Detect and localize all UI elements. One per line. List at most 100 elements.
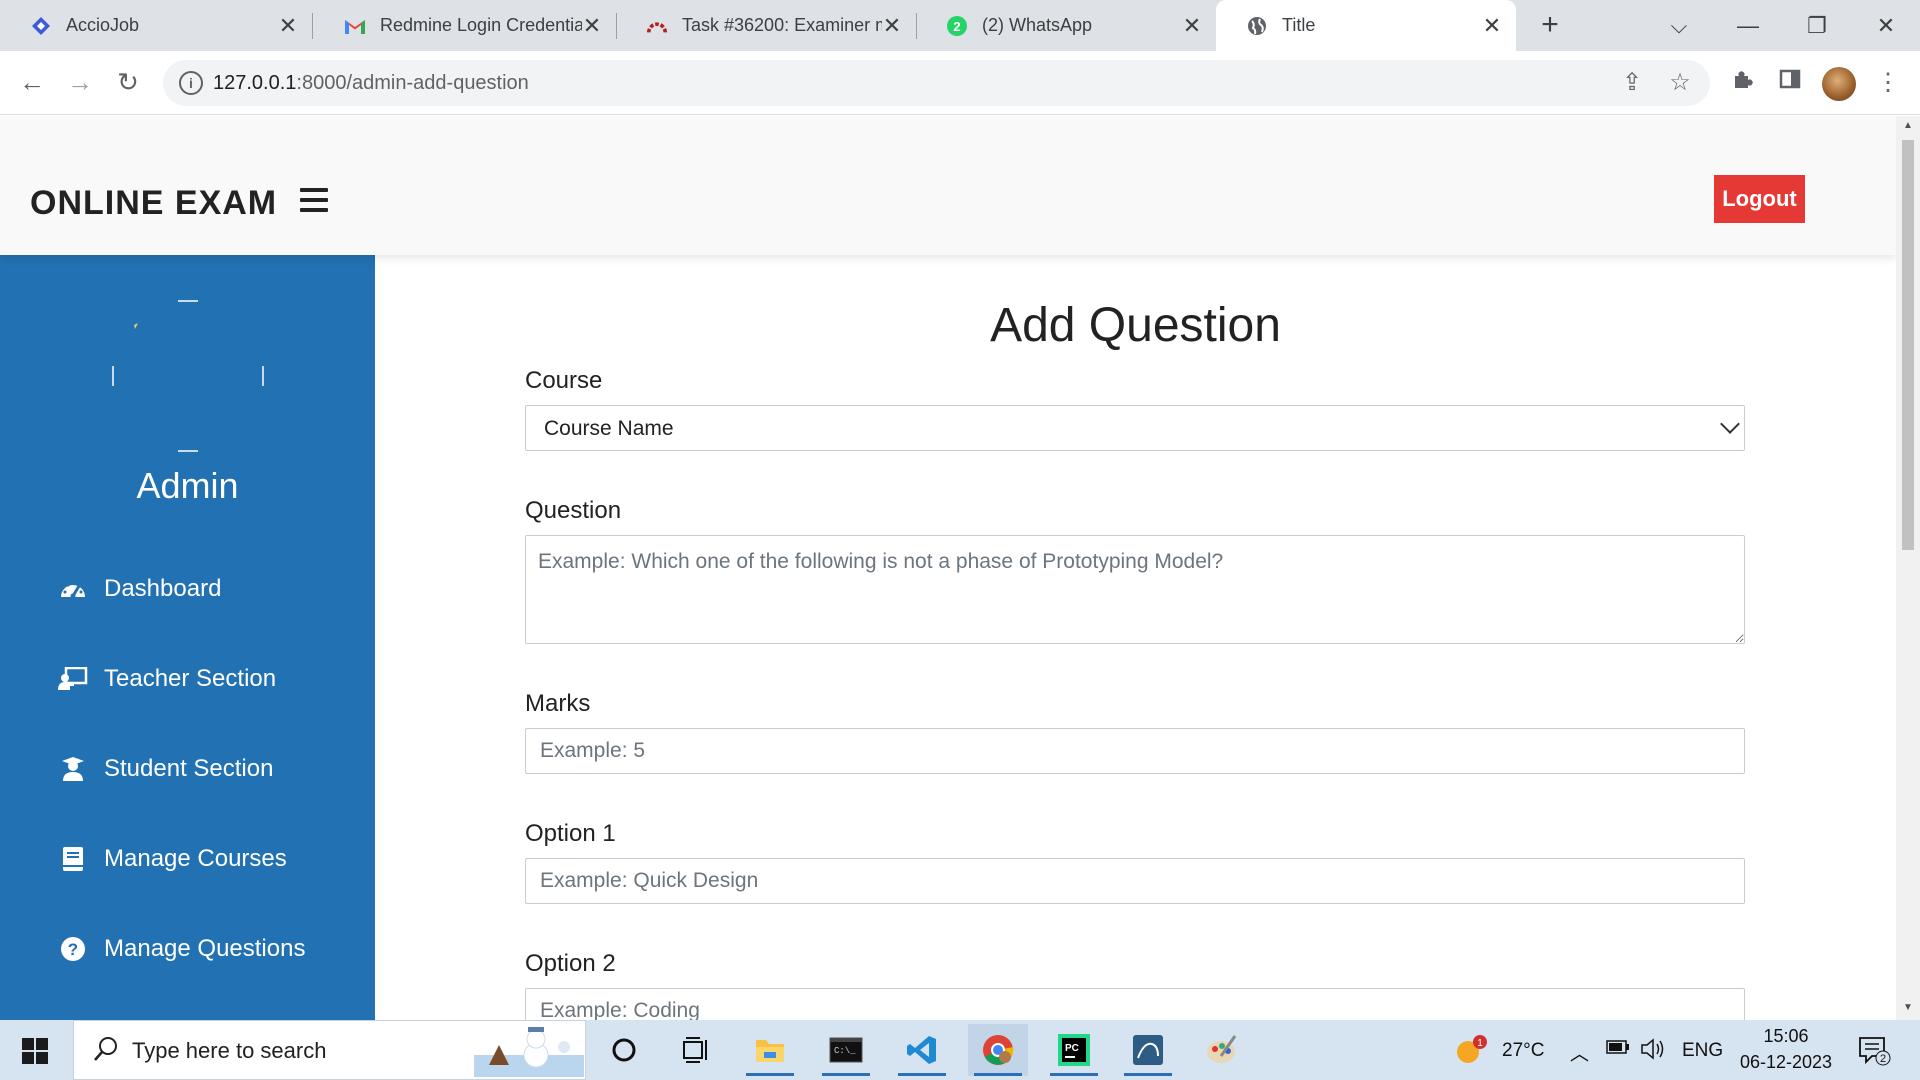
scroll-up-arrow-icon[interactable]: ▲ [1902,120,1914,131]
url-text[interactable]: 127.0.0.1:8000/admin-add-question [213,72,529,95]
back-arrow-icon[interactable]: ← [14,65,50,101]
admin-avatar [112,300,264,452]
sidebar: Admin Dashboard Teacher Section Student … [0,255,375,1020]
url-host: 127.0.0.1 [213,72,297,94]
sidebar-item-label: Teacher Section [104,665,277,692]
page-scrollbar[interactable]: ▲ ▼ [1896,116,1920,1020]
tab-gmail[interactable]: Redmine Login Credentia ✕ [314,0,617,51]
paint-icon[interactable] [1192,1024,1252,1076]
vscode-icon[interactable] [892,1024,952,1076]
volume-icon[interactable] [1640,1038,1666,1066]
option1-label: Option 1 [525,820,616,847]
sidebar-item-label: Manage Questions [104,935,306,962]
marks-label: Marks [525,690,591,717]
tab-title: AccioJob [66,15,140,35]
windows-taskbar: Type here to search C:\_ PC 1 27°C ︿ ENG… [0,1020,1920,1080]
brand-title[interactable]: ONLINE EXAM [30,184,277,223]
task-view-icon[interactable] [666,1024,726,1076]
restore-icon[interactable]: ❐ [1797,8,1837,44]
tab-title: Redmine Login Credentia [380,15,582,35]
side-panel-icon[interactable] [1772,65,1808,101]
tab-title: (2) WhatsApp [982,15,1093,35]
tab-separator [312,13,313,39]
cortana-icon[interactable] [594,1024,654,1076]
main-content: Add Question Course Course Name Question… [375,255,1896,1020]
chalkboard-teacher-icon [58,664,88,694]
logout-button[interactable]: Logout [1714,175,1805,223]
extensions-puzzle-icon[interactable] [1725,65,1761,101]
whatsapp-badge: 2 [953,19,960,34]
scrollbar-thumb[interactable] [1902,140,1914,550]
option2-input[interactable] [525,988,1745,1020]
option1-input[interactable] [525,858,1745,904]
globe-icon [1246,15,1268,37]
page-title: Add Question [990,299,1281,352]
file-explorer-icon[interactable] [740,1024,800,1076]
question-textarea[interactable] [525,535,1745,644]
windows-start-icon[interactable] [22,1038,48,1064]
terminal-icon[interactable]: C:\_ [816,1024,876,1076]
app-header: ONLINE EXAM Logout [0,116,1896,255]
course-select[interactable]: Course Name [525,405,1745,451]
reload-icon[interactable]: ↻ [110,65,146,101]
tab-search-chevron-icon[interactable]: ⌵ [1659,8,1699,44]
notification-count: 2 [1880,1053,1886,1065]
weather-temperature[interactable]: 27°C [1502,1040,1544,1062]
close-tab-icon[interactable]: ✕ [1482,13,1502,39]
svg-text:?: ? [68,940,78,959]
weather-badge: 1 [1477,1038,1483,1049]
battery-icon[interactable] [1606,1039,1630,1061]
user-graduate-icon [58,754,88,784]
sidebar-item-teacher-section[interactable]: Teacher Section [58,664,276,694]
tab-acciojob[interactable]: AccioJob ✕ [0,0,313,51]
taskbar-search-box[interactable]: Type here to search [73,1020,586,1080]
close-tab-icon[interactable]: ✕ [882,13,902,39]
page-viewport: ONLINE EXAM Logout Admin Dashboard Teach… [0,116,1896,1020]
site-info-icon[interactable]: i [179,71,203,95]
tab-redmine-task[interactable]: Task #36200: Examiner m ✕ [616,0,917,51]
notification-center-icon[interactable]: 2 [1858,1036,1892,1072]
forward-arrow-icon[interactable]: → [62,65,98,101]
chevron-up-icon[interactable]: ︿ [1570,1039,1589,1066]
sidebar-item-student-section[interactable]: Student Section [58,754,273,784]
sidebar-item-label: Dashboard [104,575,222,602]
close-tab-icon[interactable]: ✕ [1182,13,1202,39]
tab-whatsapp[interactable]: 2 (2) WhatsApp ✕ [916,0,1216,51]
close-tab-icon[interactable]: ✕ [278,13,298,39]
search-placeholder: Type here to search [132,1038,327,1063]
address-bar[interactable]: i 127.0.0.1:8000/admin-add-question ⇪ ☆ [163,60,1710,106]
option2-label: Option 2 [525,950,616,977]
weather-icon[interactable]: 1 [1454,1034,1488,1066]
svg-text:PC: PC [1065,1043,1079,1054]
clock-time[interactable]: 15:06 [1736,1026,1836,1047]
mysql-workbench-icon[interactable] [1118,1024,1178,1076]
tab-title-active[interactable]: Title ✕ [1216,0,1516,51]
question-circle-icon: ? [58,934,88,964]
sidebar-role-label: Admin [136,465,239,506]
profile-avatar[interactable] [1822,67,1856,101]
hamburger-menu-icon[interactable] [300,188,328,212]
sidebar-item-manage-questions[interactable]: ? Manage Questions [58,934,305,964]
clock-date[interactable]: 06-12-2023 [1736,1052,1836,1073]
sidebar-item-manage-courses[interactable]: Manage Courses [58,844,287,874]
search-highlight-snowman-icon [474,1027,584,1077]
close-tab-icon[interactable]: ✕ [582,13,602,39]
book-icon [58,844,88,874]
url-path: :8000/admin-add-question [296,72,529,94]
new-tab-button[interactable]: + [1532,8,1568,44]
chrome-menu-icon[interactable]: ⋮ [1870,65,1906,101]
share-icon[interactable]: ⇪ [1617,68,1647,98]
language-indicator[interactable]: ENG [1682,1040,1723,1062]
search-icon [94,1037,117,1061]
tab-title: Title [1282,15,1316,35]
bookmark-star-icon[interactable]: ☆ [1665,68,1695,98]
minimize-icon[interactable]: — [1728,8,1768,44]
scroll-down-arrow-icon[interactable]: ▼ [1902,1002,1914,1013]
chrome-icon[interactable] [968,1024,1028,1076]
sidebar-item-dashboard[interactable]: Dashboard [58,574,221,604]
pycharm-icon[interactable]: PC [1044,1024,1104,1076]
close-window-icon[interactable]: ✕ [1866,8,1906,44]
sidebar-item-label: Student Section [104,755,274,782]
tachometer-icon [58,574,88,604]
marks-input[interactable] [525,728,1745,774]
